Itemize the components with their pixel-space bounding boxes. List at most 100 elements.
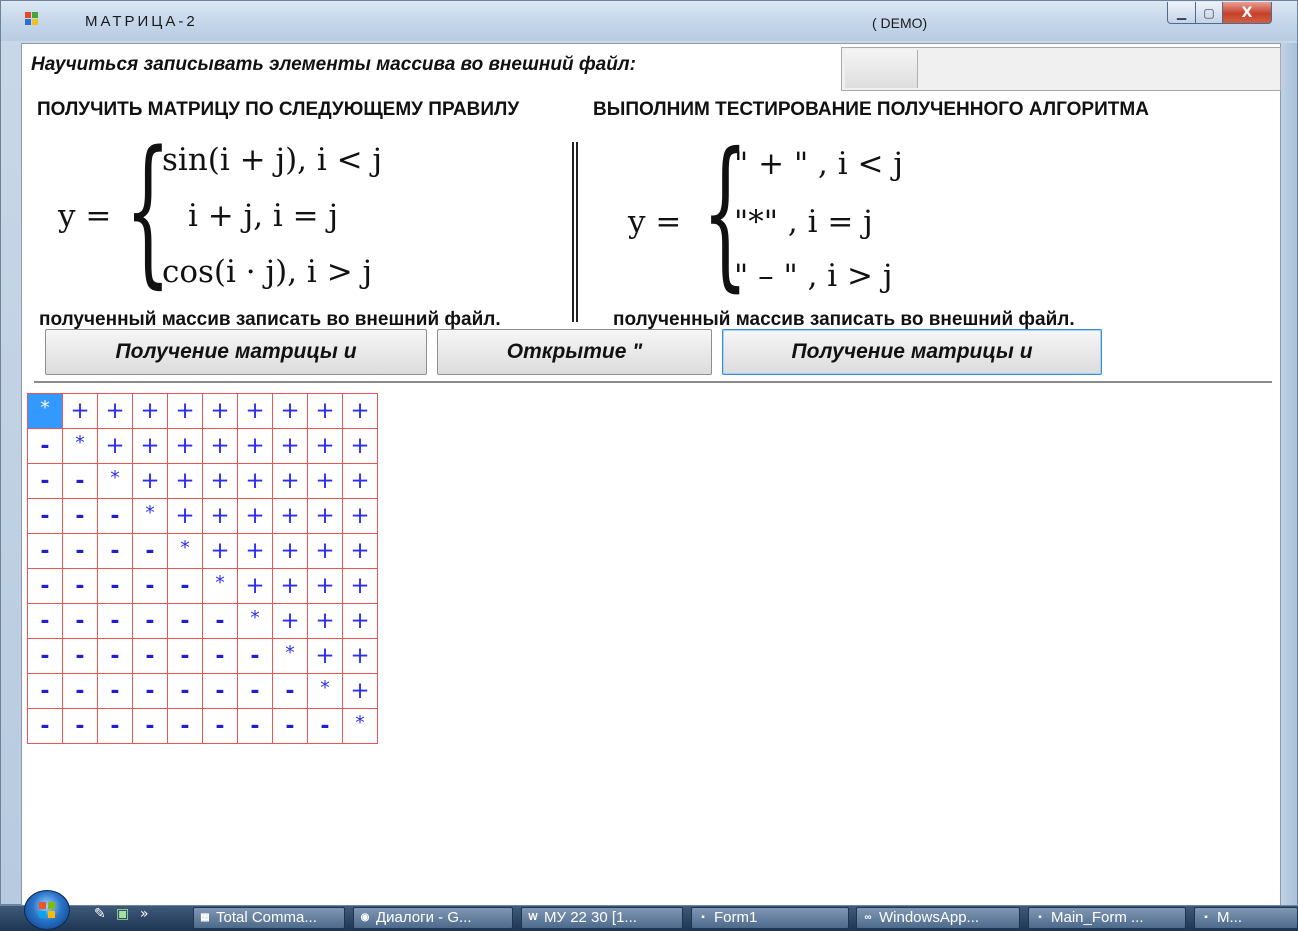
matrix-cell[interactable]: +: [342, 393, 378, 429]
matrix-cell[interactable]: -: [237, 673, 273, 709]
matrix-cell[interactable]: +: [342, 463, 378, 499]
matrix-cell[interactable]: -: [27, 638, 63, 674]
matrix-cell[interactable]: +: [167, 393, 203, 429]
matrix-cell[interactable]: +: [307, 603, 343, 639]
matrix-cell[interactable]: +: [272, 533, 308, 569]
matrix-cell[interactable]: +: [272, 498, 308, 534]
matrix-cell[interactable]: +: [307, 638, 343, 674]
taskbar-button[interactable]: ▪ Form1: [691, 907, 849, 929]
matrix-cell[interactable]: -: [27, 673, 63, 709]
matrix-cell[interactable]: +: [237, 463, 273, 499]
matrix-cell[interactable]: -: [97, 533, 133, 569]
matrix-cell[interactable]: -: [167, 603, 203, 639]
matrix-cell[interactable]: *: [202, 568, 238, 604]
matrix-cell[interactable]: -: [132, 533, 168, 569]
matrix-cell[interactable]: +: [167, 428, 203, 464]
matrix-cell[interactable]: *: [167, 533, 203, 569]
matrix-cell[interactable]: +: [272, 393, 308, 429]
matrix-cell[interactable]: *: [237, 603, 273, 639]
matrix-grid[interactable]: * + + + + + + + + + - * + + + + + + + + - - * + + + + + + + - - - * + + + + + +…: [27, 393, 378, 744]
matrix-cell[interactable]: +: [132, 463, 168, 499]
matrix-cell[interactable]: +: [237, 533, 273, 569]
matrix-cell[interactable]: -: [97, 603, 133, 639]
matrix-cell[interactable]: +: [202, 428, 238, 464]
matrix-cell[interactable]: *: [97, 463, 133, 499]
matrix-cell[interactable]: -: [97, 498, 133, 534]
close-button[interactable]: X: [1222, 2, 1272, 24]
matrix-cell[interactable]: -: [27, 603, 63, 639]
quicklaunch-chevron-icon[interactable]: »: [140, 906, 149, 922]
matrix-cell[interactable]: -: [132, 638, 168, 674]
matrix-cell[interactable]: +: [307, 393, 343, 429]
matrix-cell[interactable]: +: [202, 463, 238, 499]
matrix-cell[interactable]: +: [237, 498, 273, 534]
matrix-cell[interactable]: -: [27, 463, 63, 499]
maximize-button[interactable]: ▢: [1195, 2, 1223, 24]
matrix-cell[interactable]: +: [167, 498, 203, 534]
matrix-cell[interactable]: +: [237, 568, 273, 604]
matrix-cell[interactable]: -: [62, 708, 98, 744]
taskbar-button[interactable]: ∞ WindowsApp...: [856, 907, 1020, 929]
get-matrix-right-button[interactable]: Получение матрицы и: [722, 329, 1102, 375]
matrix-cell[interactable]: +: [202, 393, 238, 429]
quicklaunch-pen-icon[interactable]: ✎: [94, 906, 106, 922]
taskbar-button[interactable]: ▪ Main_Form ...: [1028, 907, 1186, 929]
taskbar-button[interactable]: ▦ Total Comma...: [193, 907, 345, 929]
taskbar-button[interactable]: W МУ 22 30 [1...: [521, 907, 683, 929]
matrix-cell[interactable]: +: [272, 428, 308, 464]
matrix-cell[interactable]: -: [62, 638, 98, 674]
matrix-cell[interactable]: -: [62, 498, 98, 534]
get-matrix-left-button[interactable]: Получение матрицы и: [45, 329, 427, 375]
taskbar-button[interactable]: ▪ М...: [1194, 907, 1298, 929]
quicklaunch-excel-icon[interactable]: ▣: [116, 906, 129, 922]
matrix-cell[interactable]: -: [62, 533, 98, 569]
matrix-cell[interactable]: +: [342, 603, 378, 639]
matrix-cell[interactable]: +: [342, 673, 378, 709]
matrix-cell[interactable]: -: [27, 568, 63, 604]
matrix-cell[interactable]: +: [237, 428, 273, 464]
app-icon[interactable]: [25, 12, 39, 26]
matrix-cell[interactable]: -: [167, 708, 203, 744]
matrix-cell[interactable]: +: [342, 638, 378, 674]
matrix-cell[interactable]: -: [272, 708, 308, 744]
matrix-cell[interactable]: -: [97, 568, 133, 604]
matrix-cell[interactable]: +: [272, 603, 308, 639]
matrix-cell[interactable]: -: [27, 533, 63, 569]
matrix-cell[interactable]: -: [167, 568, 203, 604]
matrix-cell[interactable]: +: [237, 393, 273, 429]
matrix-cell[interactable]: -: [27, 708, 63, 744]
matrix-cell[interactable]: *: [342, 708, 378, 744]
matrix-cell[interactable]: -: [132, 568, 168, 604]
matrix-cell[interactable]: +: [97, 393, 133, 429]
matrix-cell[interactable]: -: [62, 463, 98, 499]
open-file-button[interactable]: Открытие ": [437, 329, 712, 375]
matrix-cell[interactable]: +: [342, 498, 378, 534]
matrix-cell[interactable]: -: [237, 708, 273, 744]
matrix-cell[interactable]: *: [307, 673, 343, 709]
matrix-cell[interactable]: -: [237, 638, 273, 674]
title-bar[interactable]: МАТРИЦА-2 ( DEMO) ▁ ▢ X: [1, 1, 1297, 41]
matrix-cell[interactable]: -: [27, 428, 63, 464]
file-name-panel[interactable]: [841, 47, 1281, 91]
matrix-cell[interactable]: *: [272, 638, 308, 674]
matrix-cell[interactable]: -: [202, 673, 238, 709]
matrix-cell[interactable]: -: [97, 708, 133, 744]
matrix-cell[interactable]: -: [62, 568, 98, 604]
matrix-cell[interactable]: +: [307, 498, 343, 534]
matrix-cell[interactable]: -: [167, 673, 203, 709]
matrix-cell[interactable]: -: [132, 708, 168, 744]
minimize-button[interactable]: ▁: [1167, 2, 1196, 24]
matrix-cell[interactable]: -: [132, 673, 168, 709]
matrix-cell[interactable]: +: [272, 463, 308, 499]
matrix-cell[interactable]: -: [132, 603, 168, 639]
matrix-cell[interactable]: -: [97, 638, 133, 674]
start-button[interactable]: [24, 890, 70, 930]
matrix-cell[interactable]: -: [202, 638, 238, 674]
matrix-cell[interactable]: +: [342, 568, 378, 604]
matrix-cell[interactable]: +: [202, 533, 238, 569]
matrix-cell[interactable]: -: [202, 708, 238, 744]
matrix-cell[interactable]: *: [62, 428, 98, 464]
matrix-cell[interactable]: *: [27, 393, 63, 429]
matrix-cell[interactable]: +: [167, 463, 203, 499]
matrix-cell[interactable]: -: [27, 498, 63, 534]
